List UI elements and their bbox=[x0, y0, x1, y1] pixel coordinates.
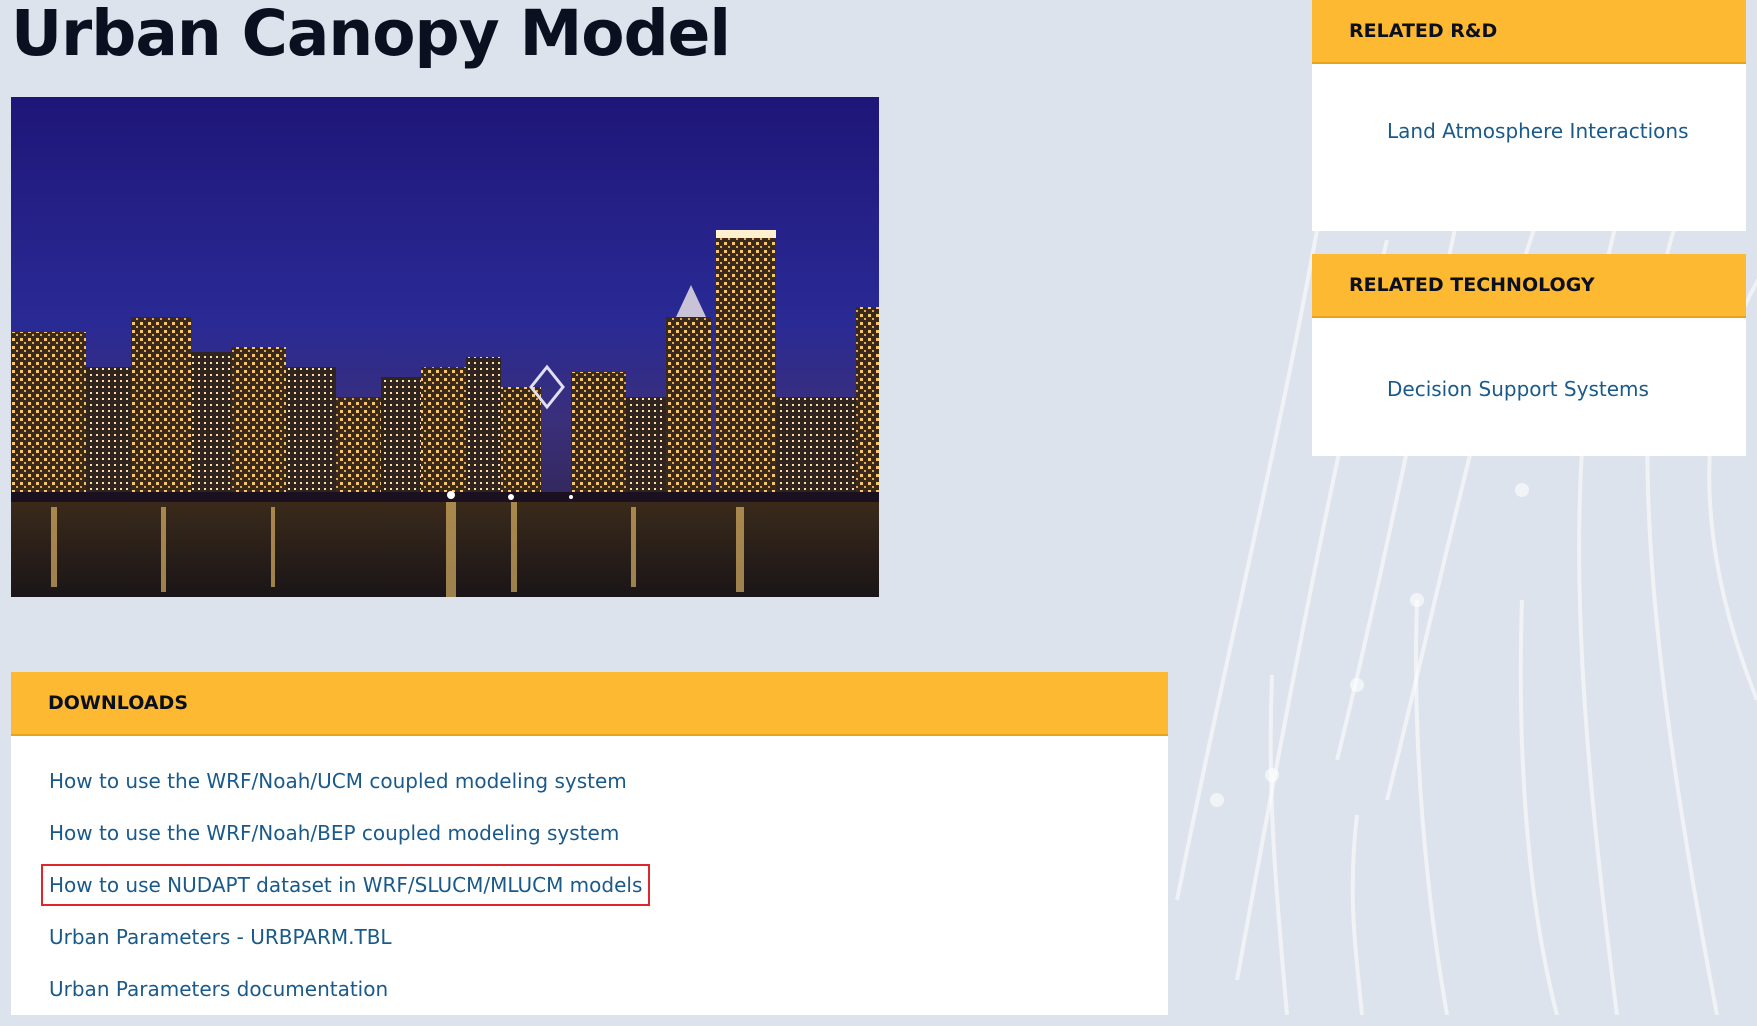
related-rd-panel: RELATED R&D Land Atmosphere Interactions bbox=[1312, 0, 1746, 231]
related-rd-header: RELATED R&D bbox=[1312, 0, 1746, 64]
related-technology-header: RELATED TECHNOLOGY bbox=[1312, 254, 1746, 318]
page-title: Urban Canopy Model bbox=[11, 0, 731, 70]
download-link-urbparm-tbl[interactable]: Urban Parameters - URBPARM.TBL bbox=[49, 922, 392, 952]
decision-support-systems-link[interactable]: Decision Support Systems bbox=[1387, 374, 1706, 404]
downloads-list: How to use the WRF/Noah/UCM coupled mode… bbox=[40, 766, 1168, 1026]
downloads-header: DOWNLOADS bbox=[11, 672, 1168, 736]
land-atmosphere-interactions-link[interactable]: Land Atmosphere Interactions bbox=[1387, 116, 1706, 146]
download-link-wrf-noah-bep[interactable]: How to use the WRF/Noah/BEP coupled mode… bbox=[49, 818, 619, 848]
related-technology-panel: RELATED TECHNOLOGY Decision Support Syst… bbox=[1312, 254, 1746, 456]
hero-image bbox=[11, 97, 879, 597]
downloads-panel: DOWNLOADS How to use the WRF/Noah/UCM co… bbox=[11, 672, 1168, 1015]
download-link-urban-parameters-doc[interactable]: Urban Parameters documentation bbox=[49, 974, 388, 1004]
download-link-wrf-noah-ucm[interactable]: How to use the WRF/Noah/UCM coupled mode… bbox=[49, 766, 627, 796]
download-link-nudapt[interactable]: How to use NUDAPT dataset in WRF/SLUCM/M… bbox=[40, 864, 651, 906]
